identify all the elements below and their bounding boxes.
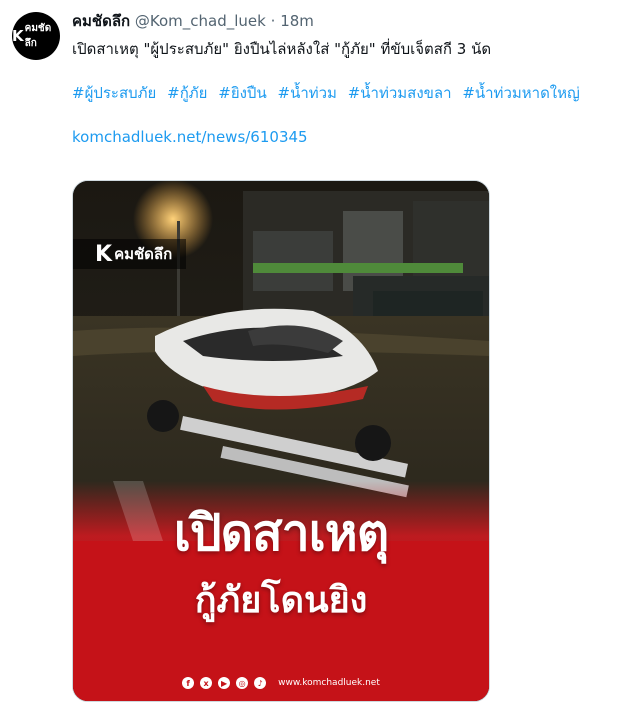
tweet-content: คมชัดลึก @Kom_chad_luek · 18m เปิดสาเหตุ… (72, 10, 632, 148)
logo-k-mark: K (12, 27, 24, 45)
image-footer: f x ▶ ◎ ♪ www.komchadluek.net (73, 677, 489, 689)
komchadluek-logo: K คมชัดลึก (12, 21, 60, 51)
hashtag[interactable]: #น้ำท่วม (278, 84, 337, 102)
brand-text: คมชัดลึก (114, 245, 173, 263)
display-name[interactable]: คมชัดลึก (72, 12, 130, 30)
separator-dot: · (270, 12, 276, 30)
logo-text: คมชัดลึก (24, 23, 52, 49)
media-brand-logo: K คมชัดลึก (73, 239, 187, 269)
avatar[interactable]: K คมชัดลึก (12, 12, 60, 60)
brand-k-mark: K (95, 241, 113, 267)
youtube-icon: ▶ (218, 677, 231, 689)
user-handle[interactable]: @Kom_chad_luek (135, 12, 266, 30)
image-headline-secondary: กู้ภัยโดนยิง (194, 580, 368, 621)
x-icon: x (200, 677, 213, 689)
hashtag-list: #ผู้ประสบภัย #กู้ภัย #ยิงปืน #น้ำท่วม #น… (72, 82, 632, 104)
hashtag[interactable]: #น้ำท่วมสงขลา (348, 84, 452, 102)
hashtag[interactable]: #ผู้ประสบภัย (72, 84, 156, 102)
hashtag[interactable]: #ยิงปืน (218, 84, 266, 102)
tweet-text: เปิดสาเหตุ "ผู้ประสบภัย" ยิงปืนไล่หลังใส… (72, 40, 492, 58)
tweet-media-image[interactable]: K คมชัดลึก เปิดสาเหตุ กู้ภัยโดนยิง f x ▶… (72, 180, 490, 702)
hashtag[interactable]: #น้ำท่วมหาดใหญ่ (462, 84, 580, 102)
tiktok-icon: ♪ (254, 677, 267, 689)
timestamp[interactable]: 18m (280, 12, 314, 30)
hashtag[interactable]: #กู้ภัย (167, 84, 207, 102)
facebook-icon: f (182, 677, 195, 689)
site-url: www.komchadluek.net (278, 678, 380, 688)
instagram-icon: ◎ (236, 677, 249, 689)
news-link[interactable]: komchadluek.net/news/610345 (72, 126, 632, 148)
tweet-header: คมชัดลึก @Kom_chad_luek · 18m (72, 10, 632, 32)
image-headline-primary: เปิดสาเหตุ (173, 504, 389, 562)
